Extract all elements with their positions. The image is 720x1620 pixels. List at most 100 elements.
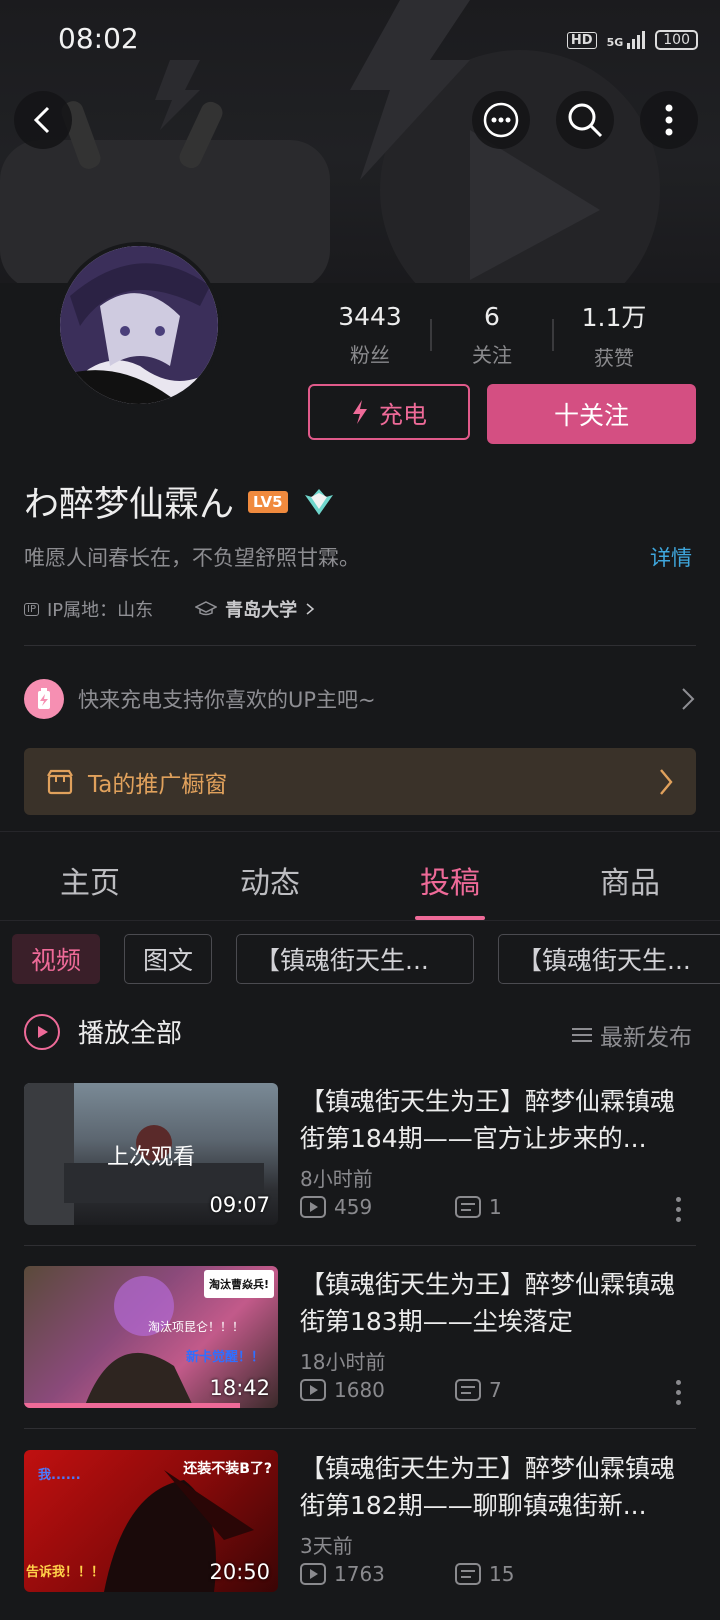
status-indicators: HD 5G 100 (566, 30, 698, 50)
thumbnail-caption: 还装不装B了? (183, 1461, 272, 1477)
lightning-icon (353, 400, 367, 424)
chip-collection[interactable]: 【镇魂街天生... (236, 934, 475, 984)
video-thumbnail[interactable]: 我...... 还装不装B了? 告诉我！！！ 20:50 (24, 1450, 278, 1592)
battery-icon: 100 (655, 30, 698, 50)
stat-fans[interactable]: 3443 粉丝 (310, 302, 430, 368)
chevron-left-icon (33, 106, 50, 134)
sort-label: 最新发布 (600, 1025, 692, 1051)
sort-button[interactable]: 最新发布 (572, 1018, 692, 1052)
video-more-icon[interactable] (676, 1197, 682, 1222)
avatar[interactable] (56, 242, 222, 408)
signal-icon: 5G (607, 31, 646, 49)
video-thumbnail[interactable]: 淘汰曹焱兵! 淘汰项昆仑！！！ 新卡觉醒！！ 18:42 (24, 1266, 278, 1408)
follow-button[interactable]: 十关注 (487, 384, 696, 444)
detail-link[interactable]: 详情 (650, 542, 692, 572)
tab-uploads[interactable]: 投稿 (360, 840, 540, 920)
level-badge: LV5 (248, 490, 288, 513)
stat-following[interactable]: 6 关注 (432, 302, 552, 368)
video-item[interactable]: 上次观看 09:07 【镇魂街天生为王】醉梦仙霖镇魂街第184期——官方让步来的… (0, 1083, 720, 1253)
tab-home[interactable]: 主页 (0, 840, 180, 920)
profile-tabs: 主页 动态 投稿 商品 (0, 840, 720, 920)
video-duration: 18:42 (209, 1376, 270, 1400)
last-watched-label: 上次观看 (106, 1145, 195, 1170)
stat-value: 1.1万 (581, 303, 647, 332)
view-count: 1680 (334, 1378, 385, 1402)
bio-text: 唯愿人间春长在，不负望舒照甘霖。 (24, 546, 360, 570)
thumbnail-caption: 淘汰项昆仑！！！ (148, 1320, 245, 1334)
play-count-icon (300, 1563, 326, 1585)
username: わ醉梦仙霖ん (24, 485, 235, 525)
stat-value: 3443 (338, 301, 402, 331)
ip-location: IP属地：山东 (46, 600, 154, 621)
username-row: わ醉梦仙霖ん LV5 (24, 476, 336, 527)
list-icon (572, 1028, 592, 1042)
graduation-cap-icon (195, 601, 218, 616)
chevron-right-icon (682, 688, 695, 710)
stat-label: 粉丝 (350, 342, 390, 367)
chip-video[interactable]: 视频 (12, 934, 101, 984)
video-more-icon[interactable] (676, 1380, 682, 1405)
danmaku-icon (455, 1563, 481, 1585)
video-thumbnail[interactable]: 上次观看 09:07 (24, 1083, 278, 1225)
hd-badge: HD (566, 31, 597, 49)
meta-row: IP IP属地：山东 青岛大学 (24, 596, 315, 622)
stat-label: 获赞 (594, 346, 634, 370)
chip-collection[interactable]: 【镇魂街天生... (498, 934, 720, 984)
thumbnail-caption: 告诉我！！！ (26, 1565, 105, 1580)
divider (0, 831, 720, 832)
content-filter-chips: 视频 图文 【镇魂街天生... 【镇魂街天生... (12, 934, 720, 986)
charge-tip-row[interactable]: 快来充电支持你喜欢的UP主吧~ (24, 675, 696, 723)
chevron-right-icon (660, 768, 673, 795)
video-item[interactable]: 我...... 还装不装B了? 告诉我！！！ 20:50 【镇魂街天生为王】醉梦… (0, 1450, 720, 1620)
status-time: 08:02 (58, 22, 139, 55)
watch-progress-bar (24, 1403, 240, 1408)
stat-label: 关注 (472, 342, 512, 367)
more-button[interactable] (640, 91, 698, 149)
stat-likes[interactable]: 1.1万 获赞 (554, 298, 674, 371)
video-title: 【镇魂街天生为王】醉梦仙霖镇魂街第184期——官方让步来的... (300, 1087, 676, 1153)
tab-goods[interactable]: 商品 (540, 840, 720, 920)
stat-value: 6 (484, 301, 500, 331)
chat-bubble-icon (483, 102, 519, 138)
play-count-icon (300, 1196, 326, 1218)
video-title: 【镇魂街天生为王】醉梦仙霖镇魂街第183期——尘埃落定 (300, 1270, 676, 1336)
chip-article[interactable]: 图文 (124, 934, 213, 984)
video-time: 8小时前 (300, 1167, 373, 1191)
video-stats: 459 1 (300, 1195, 610, 1219)
video-duration: 09:07 (209, 1193, 270, 1217)
back-button[interactable] (14, 91, 72, 149)
avatar-image (60, 246, 218, 404)
divider (0, 920, 720, 921)
thumbnail-caption: 新卡觉醒！！ (186, 1350, 265, 1365)
play-count-icon (300, 1379, 326, 1401)
school-link[interactable]: 青岛大学 (225, 596, 297, 622)
message-button[interactable] (472, 91, 530, 149)
comment-count: 7 (489, 1378, 502, 1402)
video-stats: 1763 15 (300, 1562, 610, 1586)
charge-button[interactable]: 充电 (308, 384, 470, 440)
charge-label: 充电 (379, 400, 427, 429)
stats-row: 3443 粉丝 6 关注 1.1万 获赞 (310, 298, 674, 371)
header-banner: 08:02 HD 5G 100 (0, 0, 720, 283)
divider (24, 645, 696, 646)
divider (24, 1428, 696, 1429)
battery-charge-icon (24, 679, 64, 719)
follow-label: 十关注 (553, 401, 629, 430)
vip-badge-icon[interactable] (302, 487, 336, 517)
play-all-label: 播放全部 (78, 1019, 183, 1049)
ip-icon: IP (24, 602, 39, 616)
video-stats: 1680 7 (300, 1378, 610, 1402)
play-all-button[interactable]: 播放全部 (24, 1013, 182, 1050)
search-button[interactable] (556, 91, 614, 149)
charge-tip-text: 快来充电支持你喜欢的UP主吧~ (78, 688, 376, 712)
chevron-right-icon (306, 603, 315, 615)
play-icon (24, 1013, 60, 1050)
comment-count: 1 (489, 1195, 502, 1219)
shop-window-row[interactable]: Ta的推广橱窗 (24, 748, 696, 815)
video-item[interactable]: 淘汰曹焱兵! 淘汰项昆仑！！！ 新卡觉醒！！ 18:42 【镇魂街天生为王】醉梦… (0, 1266, 720, 1436)
tab-dynamics[interactable]: 动态 (180, 840, 360, 920)
divider (24, 1245, 696, 1246)
thumbnail-caption: 淘汰曹焱兵! (203, 1270, 274, 1298)
comment-count: 15 (489, 1562, 515, 1586)
view-count: 1763 (334, 1562, 385, 1586)
